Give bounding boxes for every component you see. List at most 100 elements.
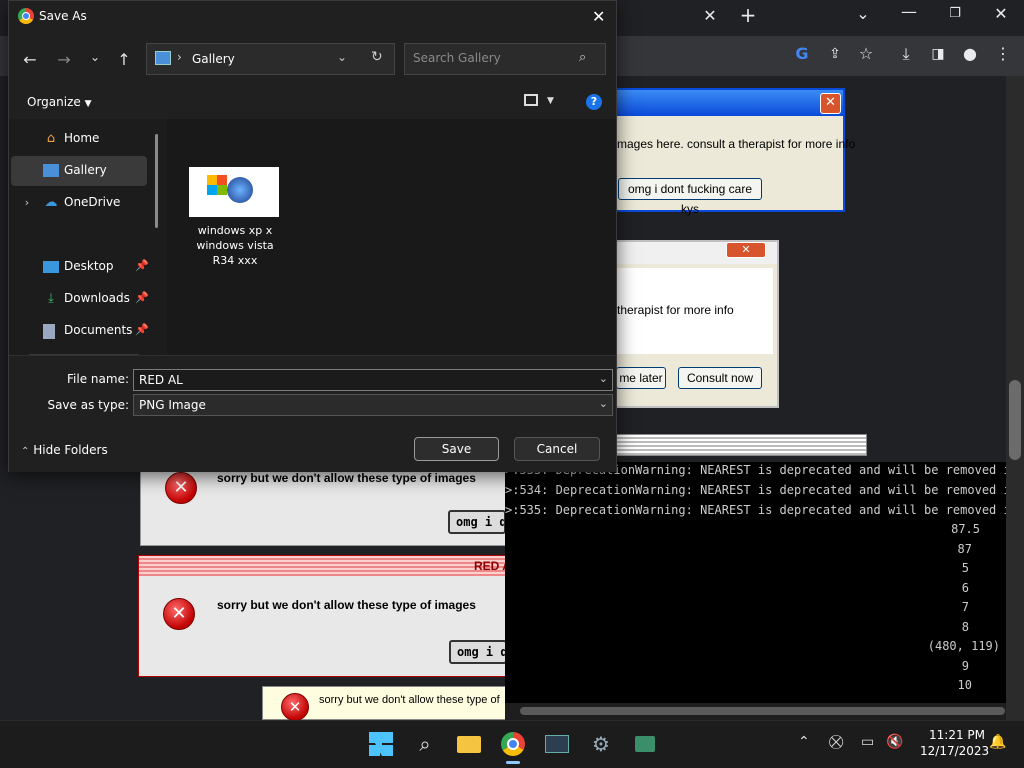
terminal-output-value: 9 (961, 659, 969, 673)
cancel-button[interactable]: Cancel (514, 437, 600, 461)
clock-time[interactable]: 11:21 PM (928, 728, 986, 742)
file-name-field[interactable]: RED AL ⌄ (133, 369, 613, 391)
page-scroll-thumb[interactable] (1009, 380, 1021, 460)
dialog-title: Save As (39, 9, 87, 23)
gallery-icon (155, 51, 171, 65)
terminal-output: >:533: DeprecationWarning: NEAREST is de… (505, 462, 1006, 720)
error-2-button[interactable]: omg i de (449, 640, 507, 664)
chevron-down-icon: ▼ (84, 99, 92, 109)
menu-kebab-icon[interactable]: ⋮ (991, 44, 1015, 68)
error-1-button[interactable]: omg i do (448, 510, 506, 534)
terminal-line: >:535: DeprecationWarning: NEAREST is de… (505, 503, 1006, 517)
close-tab-icon[interactable]: ✕ (698, 6, 722, 30)
forward-arrow-icon[interactable]: → (52, 50, 76, 69)
app-taskbar-icon[interactable] (631, 730, 659, 758)
organize-button[interactable]: Organize ▼ (27, 95, 92, 109)
dialog-titlebar: Save As ✕ (9, 1, 616, 33)
recent-locations-chevron-icon[interactable]: ⌄ (83, 50, 107, 64)
popup-1-dismiss-button[interactable]: omg i dont fucking care kys (618, 178, 762, 216)
address-bar[interactable]: › Gallery ⌄ ↻ (146, 43, 395, 75)
volume-muted-icon[interactable]: 🔇 (886, 734, 903, 750)
profile-icon[interactable]: ● (958, 44, 982, 68)
bookmark-star-icon[interactable]: ☆ (854, 44, 878, 68)
cloud-icon: ☁ (44, 195, 58, 210)
back-arrow-icon[interactable]: ← (18, 50, 42, 69)
hide-folders-button[interactable]: ⌃ Hide Folders (21, 443, 108, 457)
side-panel-icon[interactable]: ◨ (926, 44, 950, 68)
search-box[interactable]: ⌕ (404, 43, 606, 75)
share-icon[interactable]: ⇪ (823, 44, 847, 68)
nav-item-gallery[interactable]: Gallery (11, 156, 147, 186)
popup-2-later-button[interactable]: me later (616, 367, 666, 389)
display-icon[interactable]: ▭ (861, 734, 874, 750)
file-name-value[interactable]: RED AL (139, 373, 183, 387)
clock-date[interactable]: 12/17/2023 (920, 744, 989, 758)
windows-logo-icon (207, 175, 227, 195)
close-icon[interactable]: ✕ (592, 7, 605, 26)
popup-1-message: mages here. consult a therapist for more… (617, 137, 856, 151)
file-item-caption[interactable]: windows xp x windows vista R34 xxx (185, 223, 285, 268)
tab-search-icon[interactable]: ⌄ (851, 4, 875, 28)
document-icon (43, 324, 55, 339)
home-icon: ⌂ (46, 131, 56, 146)
start-button[interactable] (367, 730, 395, 758)
address-dropdown-icon[interactable]: ⌄ (337, 50, 347, 64)
settings-gear-icon[interactable]: ⚙ (587, 730, 615, 758)
search-icon[interactable]: ⌕ (411, 730, 439, 758)
terminal-taskbar-icon[interactable] (543, 730, 571, 758)
nav-label: Gallery (64, 163, 107, 177)
view-options-icon[interactable] (524, 94, 538, 106)
close-icon[interactable]: ✕ (820, 93, 841, 114)
network-icon[interactable]: ⛒ (829, 734, 843, 750)
striped-titlebar (612, 434, 867, 456)
error-box-3: ✕ sorry but we don't allow these type of (262, 686, 506, 721)
chevron-down-icon[interactable]: ⌄ (599, 397, 608, 410)
nav-item-documents[interactable]: Documents 📌 (11, 316, 149, 346)
chrome-logo-icon (18, 8, 34, 24)
download-icon[interactable]: ⤓ (894, 44, 918, 68)
nav-label: Desktop (64, 259, 114, 273)
nav-item-home[interactable]: ⌂ Home (11, 124, 147, 154)
breadcrumb-chevron-icon: › (177, 50, 182, 64)
nav-item-desktop[interactable]: Desktop 📌 (11, 252, 149, 282)
restore-icon[interactable]: ❐ (943, 4, 967, 28)
close-window-icon[interactable]: ✕ (989, 4, 1013, 28)
terminal-output-value: 87 (957, 542, 972, 556)
save-button[interactable]: Save (414, 437, 499, 461)
terminal-scroll-thumb[interactable] (520, 707, 1005, 715)
error-2-titlebar (139, 556, 505, 576)
search-input[interactable] (413, 51, 573, 65)
file-thumbnail[interactable] (189, 167, 279, 217)
pin-icon: 📌 (135, 259, 149, 272)
file-name-label: File name: (67, 372, 129, 386)
show-hidden-icons-chevron-icon[interactable]: ⌃ (798, 734, 810, 750)
refresh-icon[interactable]: ↻ (371, 49, 383, 65)
error-box-1: ✕ sorry but we don't allow these type of… (140, 460, 506, 546)
terminal-output-value: 7 (961, 600, 969, 614)
address-location[interactable]: Gallery (192, 52, 235, 66)
desktop-icon (43, 261, 59, 273)
error-2-message: sorry but we don't allow these type of i… (217, 598, 476, 612)
nav-label: Downloads (64, 291, 130, 305)
nav-label: OneDrive (64, 195, 121, 209)
active-app-indicator (506, 761, 520, 764)
notification-bell-icon[interactable]: 🔔 (989, 734, 1006, 750)
file-explorer-icon[interactable] (455, 730, 483, 758)
nav-item-onedrive[interactable]: › ☁ OneDrive (11, 188, 147, 218)
help-icon[interactable]: ? (586, 94, 602, 110)
close-icon[interactable]: ✕ (726, 242, 766, 258)
google-lens-icon[interactable]: G (790, 44, 814, 68)
save-type-select[interactable]: PNG Image ⌄ (133, 394, 613, 416)
new-tab-icon[interactable]: + (736, 5, 760, 29)
nav-item-downloads[interactable]: ⤓ Downloads 📌 (11, 284, 149, 314)
popup-2-consult-button[interactable]: Consult now (678, 367, 762, 389)
nav-scrollbar[interactable] (155, 134, 158, 228)
view-dropdown-icon[interactable]: ▼ (547, 96, 554, 106)
hide-folders-label: Hide Folders (33, 443, 108, 457)
minimize-icon[interactable]: — (897, 2, 921, 26)
expand-chevron-icon[interactable]: › (19, 195, 35, 211)
error-icon: ✕ (163, 598, 195, 630)
chrome-taskbar-icon[interactable] (499, 730, 527, 758)
up-arrow-icon[interactable]: ↑ (112, 50, 136, 69)
chevron-down-icon[interactable]: ⌄ (599, 372, 608, 385)
